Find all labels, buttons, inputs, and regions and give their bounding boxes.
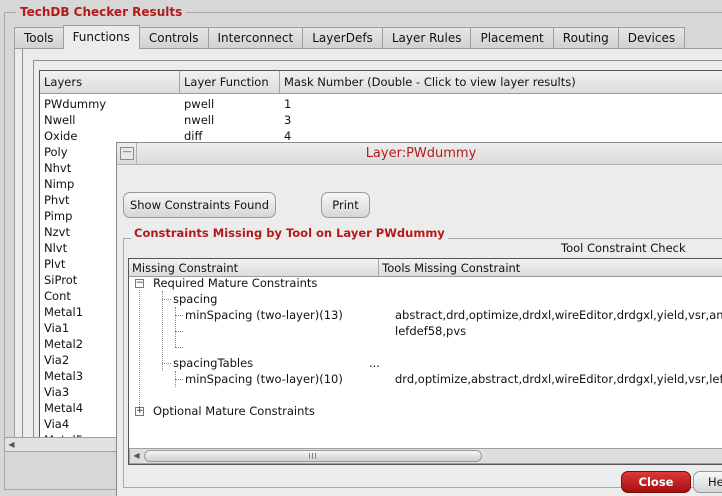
plus-box-icon[interactable]: + [135, 407, 144, 416]
constraints-horizontal-scrollbar[interactable]: ◀ [129, 448, 722, 464]
column-header-tools-missing[interactable]: Tools Missing Constraint [379, 259, 722, 277]
print-button[interactable]: Print [321, 192, 370, 218]
tab-routing[interactable]: Routing [552, 27, 619, 49]
tab-tools[interactable]: Tools [14, 27, 64, 49]
close-button[interactable]: Close [621, 471, 691, 493]
dialog-titlebar: — Layer:PWdummy [117, 143, 722, 165]
tree-item-min-spacing[interactable]: minSpacing (two-layer)(13) [185, 307, 343, 323]
help-button[interactable]: Help [693, 471, 722, 493]
tree-guide-line [162, 363, 171, 364]
panel-divider [33, 60, 34, 440]
grip-line [315, 453, 316, 459]
panel-divider [22, 49, 23, 437]
tree-node-spacing-tables[interactable]: spacingTables [173, 355, 253, 371]
tree-guide-line [139, 290, 140, 411]
panel-divider [33, 60, 722, 61]
tree-guide-line [162, 299, 171, 300]
column-header-layers[interactable]: Layers [40, 71, 180, 94]
layers-table-header: Layers Layer Function Mask Number (Doubl… [40, 71, 722, 94]
grip-line [312, 453, 313, 459]
scrollbar-thumb[interactable] [144, 450, 482, 462]
left-arrow-icon[interactable]: ◀ [130, 449, 143, 462]
tree-node-optional[interactable]: Optional Mature Constraints [153, 403, 315, 419]
tools-missing-value: abstract,drd,optimize,drdxl,wireEditor,d… [395, 308, 722, 322]
tools-missing-ellipsis: ... [369, 356, 380, 370]
tree-guide-line [162, 291, 163, 371]
tab-layerdefs[interactable]: LayerDefs [302, 27, 383, 49]
tools-missing-value: drd,optimize,abstract,drdxl,wireEditor,d… [395, 372, 722, 386]
tree-guide-line [175, 315, 183, 316]
window-title: TechDB Checker Results [16, 5, 187, 19]
dialog-title: Layer:PWdummy [365, 146, 477, 161]
tree-node-spacing[interactable]: spacing [173, 291, 217, 307]
tree-guide-line [175, 379, 183, 380]
mask-number-cell: 1 [284, 97, 292, 111]
layer-function-cell: nwell [184, 113, 215, 127]
layer-dialog: — Layer:PWdummy Show Constraints Found P… [116, 142, 722, 496]
tab-devices[interactable]: Devices [617, 27, 686, 49]
tree-guide-line [175, 347, 183, 348]
tree-guide-line [175, 331, 183, 332]
table-row[interactable]: Nwell nwell 3 [40, 112, 722, 128]
missing-constraints-table: Missing Constraint Tools Missing Constra… [128, 258, 722, 465]
layer-name-cell: PWdummy [44, 97, 107, 111]
layer-function-cell: pwell [184, 97, 215, 111]
constraints-group-title: Constraints Missing by Tool on Layer PWd… [131, 226, 448, 240]
left-arrow-icon[interactable]: ◀ [5, 438, 18, 451]
mask-number-cell: 3 [284, 113, 292, 127]
minus-box-icon[interactable]: − [135, 279, 144, 288]
table-row[interactable]: PWdummy pwell 1 [40, 96, 722, 112]
column-header-layer-function[interactable]: Layer Function [180, 71, 280, 94]
tree-item-min-spacing-tables[interactable]: minSpacing (two-layer)(10) [185, 371, 343, 387]
tab-controls[interactable]: Controls [138, 27, 209, 49]
tab-bar: Tools Functions Controls Interconnect La… [14, 25, 686, 49]
tab-functions[interactable]: Functions [62, 25, 140, 49]
tab-placement[interactable]: Placement [470, 27, 554, 49]
grip-line [309, 453, 310, 459]
tab-interconnect[interactable]: Interconnect [207, 27, 304, 49]
column-header-mask-number[interactable]: Mask Number (Double - Click to view laye… [280, 71, 720, 94]
tool-constraint-check-label: Tool Constraint Check [561, 241, 686, 255]
tree-node-required[interactable]: Required Mature Constraints [153, 275, 317, 291]
show-constraints-button[interactable]: Show Constraints Found [123, 192, 276, 218]
layer-name-cell: Nwell [44, 113, 76, 127]
tree-guide-line [175, 307, 176, 347]
tab-layer-rules[interactable]: Layer Rules [381, 27, 472, 49]
tools-missing-value: lefdef58,pvs [395, 324, 467, 338]
